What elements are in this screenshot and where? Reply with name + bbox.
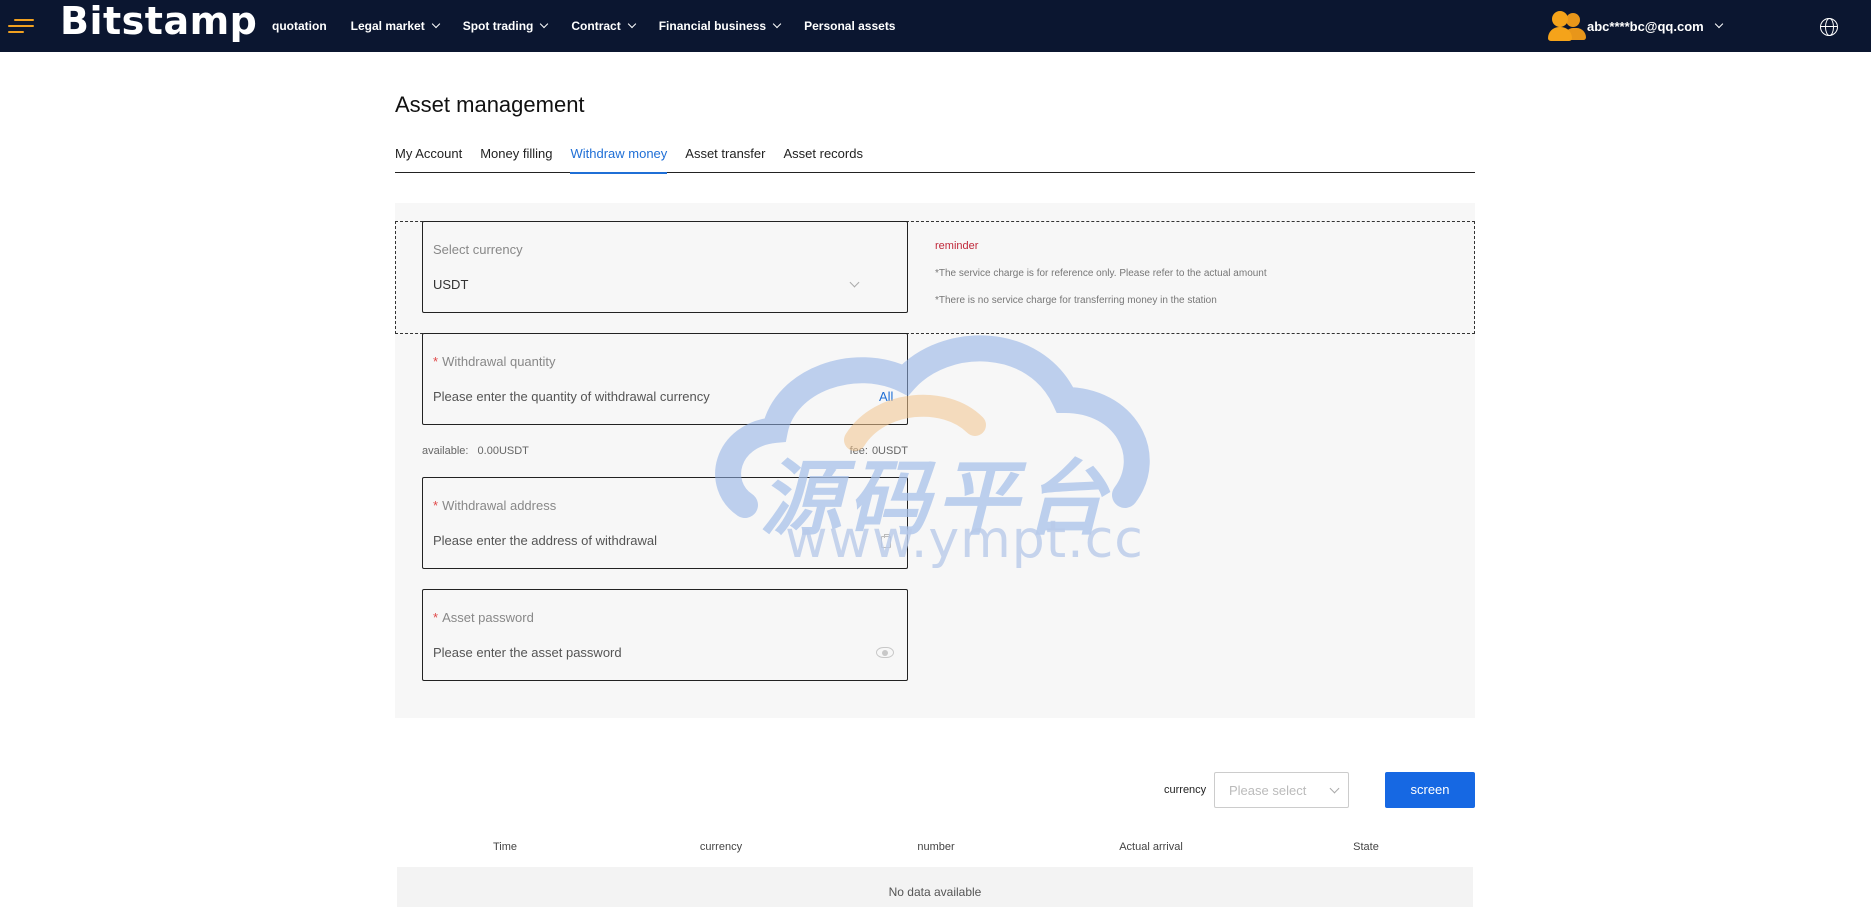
hamburger-menu-icon[interactable] — [8, 16, 34, 36]
screen-button[interactable]: screen — [1385, 772, 1475, 808]
nav-legal-market[interactable]: Legal market — [350, 19, 440, 33]
withdrawal-address-label: * Withdrawal address — [433, 498, 556, 513]
reminder-note-1: *The service charge is for reference onl… — [935, 268, 1267, 279]
chevron-down-icon — [431, 19, 440, 29]
fee-info: fee: 0USDT — [850, 445, 908, 457]
tab-asset-records[interactable]: Asset records — [783, 146, 862, 173]
col-header-time: Time — [492, 841, 518, 853]
tab-withdraw-money[interactable]: Withdraw money — [570, 146, 667, 174]
nav-personal-assets[interactable]: Personal assets — [804, 19, 895, 33]
required-mark: * — [433, 610, 439, 625]
fee-label: fee: — [849, 445, 868, 457]
currency-select-label: Select currency — [433, 242, 523, 257]
user-avatar-icon — [1548, 8, 1586, 44]
top-navbar: Bitstamp quotation Legal market Spot tra… — [0, 0, 1871, 52]
nav-quotation[interactable]: quotation — [272, 19, 327, 33]
user-email: abc****bc@qq.com — [1587, 18, 1704, 34]
currency-select-value: USDT — [433, 277, 469, 292]
nav-contract[interactable]: Contract — [571, 19, 636, 33]
available-value: 0.00USDT — [477, 445, 529, 457]
language-globe-icon[interactable] — [1820, 18, 1838, 36]
brand-logo[interactable]: Bitstamp — [60, 0, 257, 52]
fee-value: 0USDT — [871, 445, 908, 457]
nav-label: Personal assets — [804, 19, 896, 33]
required-mark: * — [433, 498, 439, 513]
withdrawal-address-field[interactable]: * Withdrawal address Please enter the add… — [422, 477, 908, 569]
tab-money-filling[interactable]: Money filling — [480, 146, 552, 173]
reminder-title: reminder — [935, 240, 979, 252]
chevron-down-icon — [1714, 19, 1723, 29]
available-label: available: — [422, 445, 469, 457]
col-header-currency: currency — [699, 841, 743, 853]
nav-label: Spot trading — [462, 19, 534, 33]
tab-asset-transfer[interactable]: Asset transfer — [685, 146, 765, 173]
col-header-actual-arrival: Actual arrival — [1119, 841, 1183, 853]
all-quantity-button[interactable]: All — [879, 389, 893, 404]
reminder-note-2: *There is no service charge for transfer… — [935, 295, 1217, 306]
main-nav: quotation Legal market Spot trading Cont… — [272, 0, 919, 52]
available-fee-line: available: 0.00USDT fee: 0USDT — [422, 445, 908, 457]
currency-select[interactable]: Select currency USDT — [422, 221, 908, 313]
withdrawal-quantity-field[interactable]: * Withdrawal quantity Please enter the qu… — [422, 333, 908, 425]
user-menu[interactable]: abc****bc@qq.com — [1548, 8, 1723, 44]
currency-filter-select[interactable]: Please select — [1214, 772, 1349, 808]
col-header-number: number — [917, 841, 955, 853]
withdrawal-quantity-label-text: Withdrawal quantity — [442, 354, 556, 369]
col-header-state: State — [1353, 841, 1379, 853]
asset-password-label: * Asset password — [433, 610, 534, 625]
nav-label: quotation — [272, 19, 327, 33]
currency-filter-placeholder: Please select — [1229, 783, 1307, 798]
eye-icon[interactable] — [876, 647, 894, 658]
asset-password-field[interactable]: * Asset password Please enter the asset p… — [422, 589, 908, 681]
nav-label: Financial business — [658, 19, 767, 33]
chevron-down-icon — [772, 19, 782, 29]
nav-spot-trading[interactable]: Spot trading — [462, 19, 549, 33]
asset-password-input[interactable]: Please enter the asset password — [433, 645, 622, 660]
required-mark: * — [433, 354, 439, 369]
currency-filter-label: currency — [1164, 784, 1207, 796]
chevron-down-icon — [627, 19, 636, 29]
page-title: Asset management — [395, 92, 585, 117]
nav-financial-business[interactable]: Financial business — [658, 19, 782, 33]
withdrawal-quantity-input[interactable]: Please enter the quantity of withdrawal … — [433, 389, 710, 404]
asset-password-label-text: Asset password — [442, 610, 534, 625]
records-table-body: No data available — [397, 867, 1473, 907]
chevron-down-icon — [1329, 783, 1340, 794]
asset-tabs: My Account Money filling Withdraw money … — [395, 146, 1475, 174]
empty-state-text: No data available — [888, 885, 982, 899]
withdrawal-address-label-text: Withdrawal address — [442, 498, 557, 513]
chevron-down-icon — [849, 277, 860, 288]
withdrawal-address-input[interactable]: Please enter the address of withdrawal — [433, 533, 657, 548]
nav-label: Contract — [571, 19, 621, 33]
chevron-down-icon — [540, 19, 549, 29]
nav-label: Legal market — [350, 19, 425, 33]
clipboard-icon[interactable] — [881, 534, 891, 548]
withdrawal-quantity-label: * Withdrawal quantity — [433, 354, 556, 369]
tab-my-account[interactable]: My Account — [395, 146, 462, 173]
